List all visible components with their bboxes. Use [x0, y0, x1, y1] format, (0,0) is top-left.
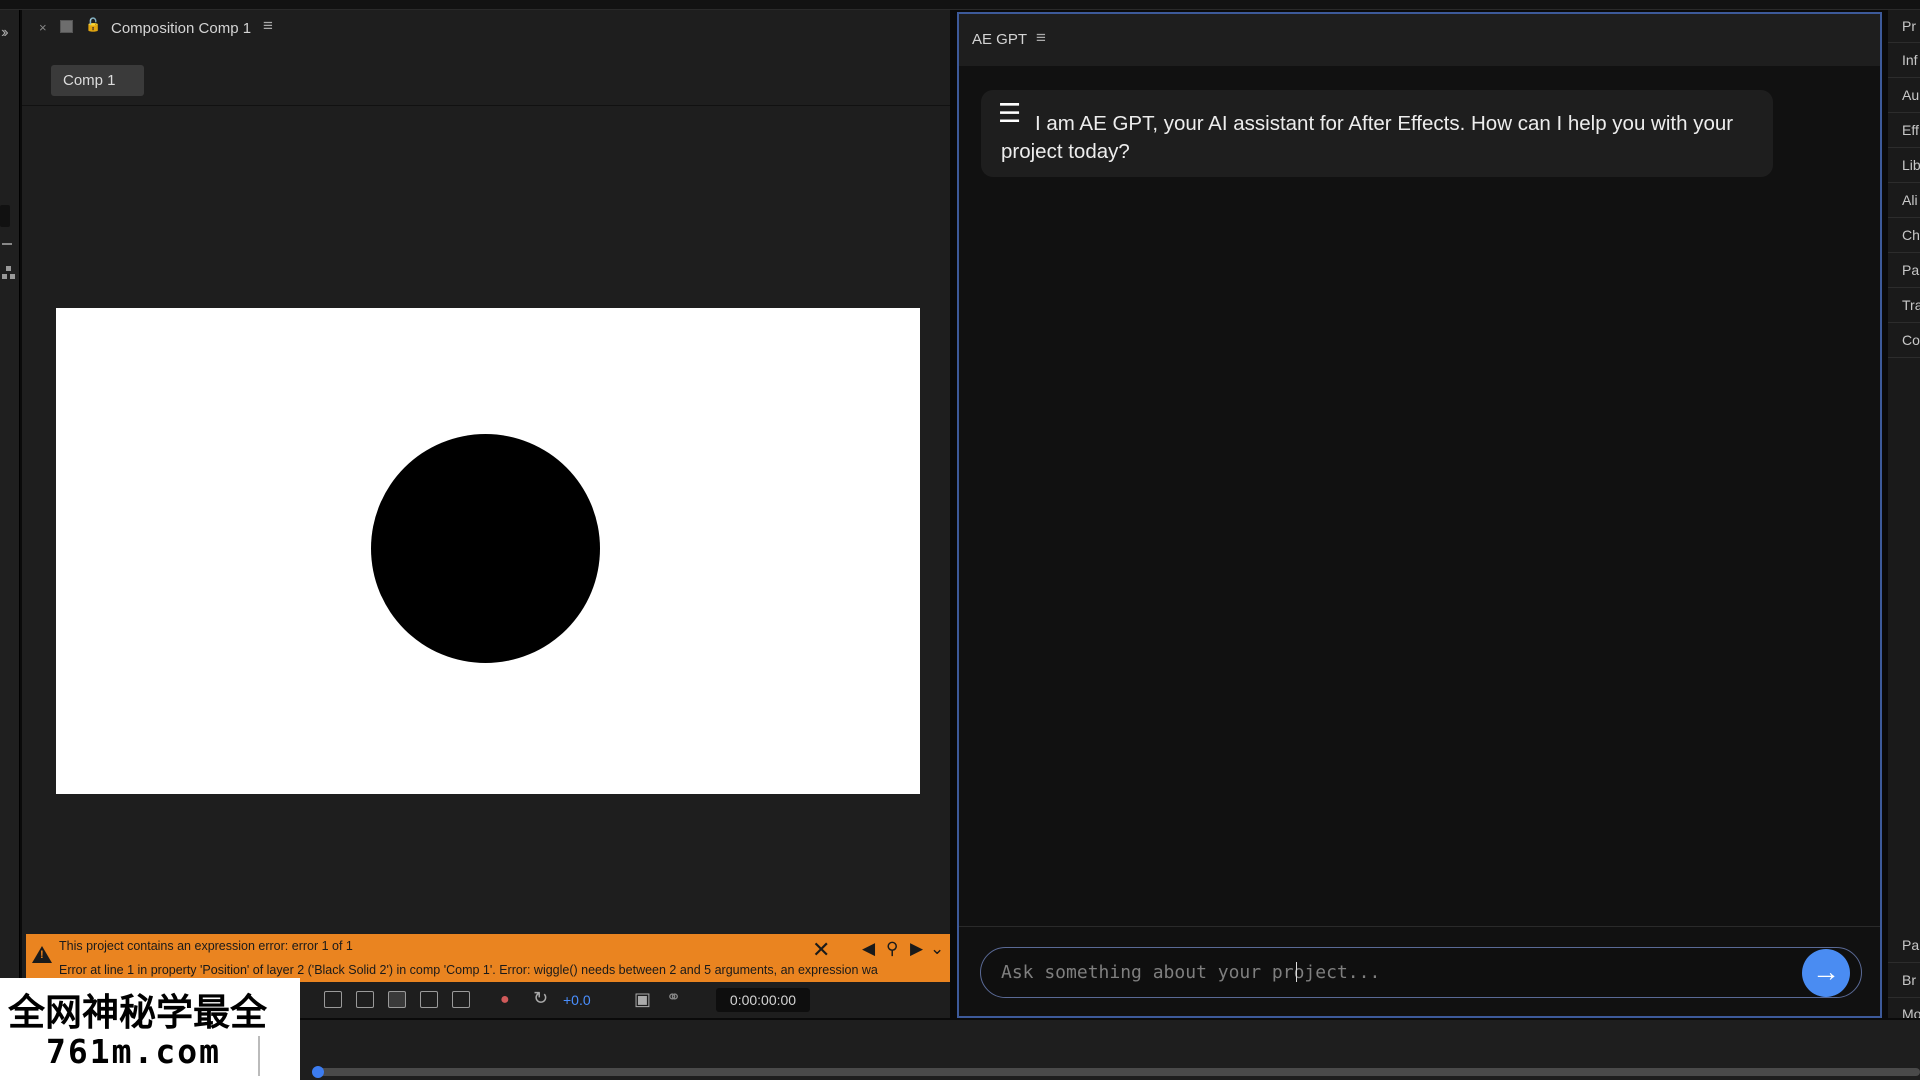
divider	[1888, 962, 1920, 963]
send-arrow-icon[interactable]: →	[1802, 949, 1850, 997]
panel-tab-brushes[interactable]: Br	[1902, 972, 1920, 988]
mask-visibility-icon[interactable]	[388, 991, 406, 1008]
ae-gpt-panel: AE GPT ≡ ☰ I am AE GPT, your AI assistan…	[957, 12, 1882, 1018]
transparency-grid-icon[interactable]	[356, 991, 374, 1008]
error-summary-text: This project contains an expression erro…	[59, 939, 353, 953]
panel-tab-preview[interactable]: Pr	[1902, 18, 1920, 34]
panel-tab-align[interactable]: Ali	[1902, 192, 1920, 208]
divider	[1888, 147, 1920, 148]
divider	[1888, 287, 1920, 288]
chat-input-area: →	[959, 926, 1880, 1016]
ask-input[interactable]	[980, 947, 1862, 998]
divider	[1888, 182, 1920, 183]
watermark-line-2: 761m.com	[46, 1032, 221, 1071]
panel-tab-tracker[interactable]: Tra	[1902, 297, 1920, 313]
panel-menu-icon[interactable]: ≡	[1036, 28, 1046, 48]
text-cursor-icon	[1296, 962, 1298, 982]
composition-canvas[interactable]	[56, 308, 920, 794]
left-collapsed-strip: ››	[0, 10, 20, 1018]
composition-viewport[interactable]	[22, 106, 950, 942]
after-effects-workspace: ›› × 🔓 Composition Comp 1 ≡ Comp 1 This …	[0, 0, 1920, 1080]
color-channels-icon[interactable]: ●	[500, 991, 510, 1009]
next-error-icon[interactable]: ▶	[910, 939, 923, 959]
panel-tab-paint[interactable]: Pa	[1902, 937, 1920, 953]
assistant-message: ☰ I am AE GPT, your AI assistant for Aft…	[981, 90, 1773, 177]
composition-color-swatch	[60, 20, 73, 33]
panel-tab-content[interactable]: Co	[1902, 332, 1920, 348]
divider	[1888, 322, 1920, 323]
top-strip	[0, 0, 1920, 10]
divider	[1888, 252, 1920, 253]
watermark-overlay: 全网神秘学最全 761m.com	[0, 978, 300, 1080]
collapsed-panel-tab[interactable]	[0, 205, 10, 227]
reset-exposure-icon[interactable]: ↻	[533, 988, 548, 1009]
panel-tab-character[interactable]: Ch	[1902, 227, 1920, 243]
show-snapshot-icon[interactable]: ⚭	[666, 987, 681, 1008]
composition-navigator-bar: Comp 1	[22, 46, 950, 106]
composition-tab-bar: × 🔓 Composition Comp 1 ≡	[22, 10, 950, 46]
ae-gpt-header: AE GPT ≡	[959, 14, 1880, 66]
divider	[1888, 217, 1920, 218]
tool-icon[interactable]	[2, 243, 12, 249]
close-tab-icon[interactable]: ×	[39, 20, 47, 35]
current-timecode[interactable]: 0:00:00:00	[716, 988, 810, 1012]
composition-panel: × 🔓 Composition Comp 1 ≡ Comp 1 This pro…	[22, 10, 950, 1018]
divider	[1888, 77, 1920, 78]
expand-panels-icon[interactable]: ››	[1, 24, 8, 42]
divider	[1888, 112, 1920, 113]
panel-tab-audio[interactable]: Au	[1902, 87, 1920, 103]
right-collapsed-panels: Pr Inf Au Eff Lib Ali Ch Pa Tra Co Pa Br…	[1888, 10, 1920, 1022]
watermark-divider	[258, 1036, 260, 1076]
panel-tab-libraries[interactable]: Lib	[1902, 157, 1920, 173]
panel-tab-info[interactable]: Inf	[1902, 52, 1920, 68]
watermark-line-1: 全网神秘学最全	[8, 991, 267, 1034]
previous-error-icon[interactable]: ◀	[862, 939, 875, 959]
flowchart-icon[interactable]	[2, 266, 16, 280]
error-detail-text: Error at line 1 in property 'Position' o…	[59, 963, 878, 977]
snapshot-camera-icon[interactable]: ▣	[634, 989, 651, 1010]
comp-breadcrumb-chip[interactable]: Comp 1	[51, 65, 144, 96]
exposure-value[interactable]: +0.0	[563, 992, 591, 1008]
fast-previews-icon[interactable]	[324, 991, 342, 1008]
panel-menu-icon[interactable]: ≡	[263, 16, 273, 36]
panel-tab-effects[interactable]: Eff	[1902, 122, 1920, 138]
guides-grid-icon[interactable]	[452, 991, 470, 1008]
composition-tab-title[interactable]: Composition Comp 1	[111, 20, 251, 37]
timeline-scroll-handle[interactable]	[312, 1066, 324, 1078]
expression-error-bar: This project contains an expression erro…	[26, 934, 950, 982]
ae-gpt-title[interactable]: AE GPT	[972, 31, 1027, 48]
dismiss-error-icon[interactable]: ✕	[812, 937, 830, 963]
timeline-scroll-track[interactable]	[312, 1068, 1920, 1076]
panel-tab-paragraph[interactable]: Pa	[1902, 262, 1920, 278]
divider	[1888, 357, 1920, 358]
lock-icon[interactable]: 🔓	[85, 17, 101, 33]
region-of-interest-icon[interactable]	[420, 991, 438, 1008]
black-circle-layer[interactable]	[371, 434, 600, 663]
search-error-icon[interactable]: ⚲	[886, 939, 898, 959]
chat-history[interactable]: ☰ I am AE GPT, your AI assistant for Aft…	[959, 66, 1880, 926]
warning-icon	[32, 946, 52, 963]
expand-error-icon[interactable]: ⌄	[930, 939, 944, 959]
divider	[1888, 42, 1920, 43]
assistant-message-text: I am AE GPT, your AI assistant for After…	[1001, 112, 1734, 163]
divider	[1888, 997, 1920, 998]
